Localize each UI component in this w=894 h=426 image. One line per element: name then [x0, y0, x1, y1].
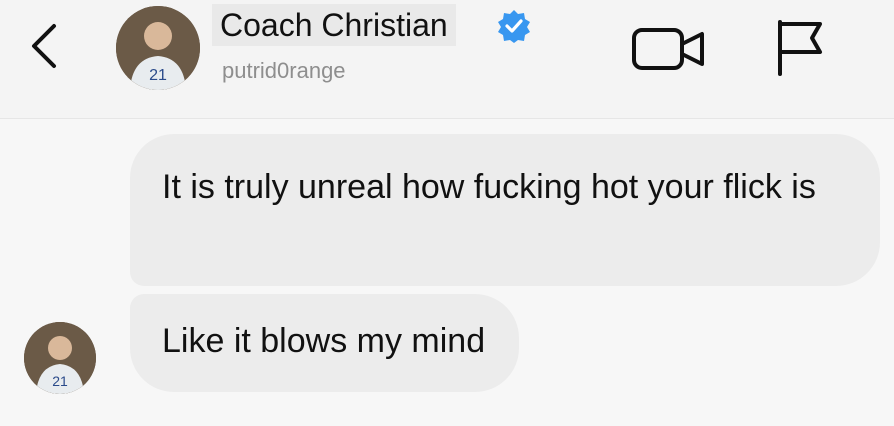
svg-text:21: 21: [149, 67, 167, 84]
message-bubble[interactable]: It is truly unreal how fucking hot your …: [130, 134, 880, 286]
verified-badge-icon: [496, 8, 532, 44]
flag-icon: [778, 20, 822, 76]
contact-name[interactable]: Coach Christian: [212, 4, 456, 46]
chat-header: 21 Coach Christian putrid0range: [0, 0, 894, 119]
video-call-button[interactable]: [630, 22, 712, 76]
sender-avatar[interactable]: 21: [24, 322, 96, 394]
svg-text:21: 21: [52, 373, 68, 389]
report-flag-button[interactable]: [772, 16, 828, 78]
message-text: Like it blows my mind: [162, 322, 486, 360]
contact-avatar[interactable]: 21: [116, 6, 200, 90]
chevron-left-icon: [32, 24, 56, 68]
message-text: It is truly unreal how fucking hot your …: [162, 168, 816, 206]
back-button[interactable]: [22, 18, 66, 74]
contact-username: putrid0range: [222, 58, 346, 83]
video-camera-icon: [632, 28, 704, 70]
message-bubble[interactable]: Like it blows my mind: [130, 294, 520, 392]
